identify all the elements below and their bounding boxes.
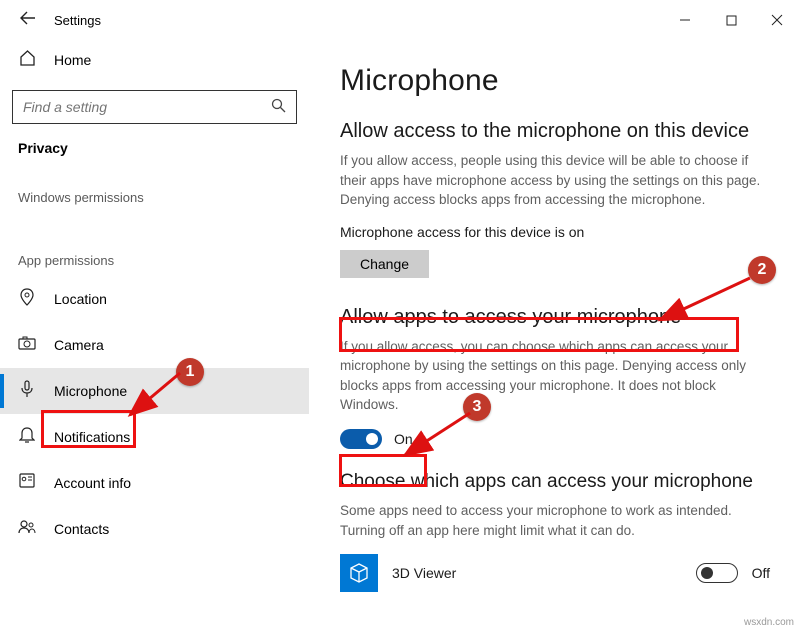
device-access-status: Microphone access for this device is on: [340, 224, 770, 240]
watermark: wsxdn.com: [744, 617, 794, 628]
app-label: 3D Viewer: [392, 565, 456, 581]
sidebar-item-location[interactable]: Location: [0, 276, 309, 322]
microphone-icon: [18, 380, 36, 403]
sidebar-item-label: Contacts: [54, 521, 109, 537]
sidebar-item-microphone[interactable]: Microphone: [0, 368, 309, 414]
titlebar: Settings: [0, 0, 800, 40]
location-icon: [18, 288, 36, 311]
account-icon: [18, 473, 36, 493]
group-windows-permissions: Windows permissions: [0, 190, 309, 205]
home-icon: [18, 50, 36, 71]
allow-apps-heading: Allow apps to access your microphone: [340, 306, 770, 329]
allow-apps-description: If you allow access, you can choose whic…: [340, 337, 770, 415]
back-button[interactable]: [8, 11, 48, 30]
page-title: Microphone: [340, 64, 770, 98]
sidebar-item-label: Account info: [54, 475, 131, 491]
app-toggle-3dviewer[interactable]: [696, 563, 738, 583]
sidebar-item-account[interactable]: Account info: [0, 460, 309, 506]
choose-apps-description: Some apps need to access your microphone…: [340, 501, 770, 540]
app-icon-3dviewer: [340, 554, 378, 592]
close-button[interactable]: [754, 0, 800, 40]
camera-icon: [18, 336, 36, 355]
sidebar-item-label: Location: [54, 291, 107, 307]
maximize-button[interactable]: [708, 0, 754, 40]
sidebar-section-header: Privacy: [0, 140, 309, 156]
toggle-label: Off: [752, 565, 770, 581]
contacts-icon: [18, 519, 36, 539]
sidebar-item-label: Microphone: [54, 383, 127, 399]
sidebar-item-label: Camera: [54, 337, 104, 353]
nav-home-label: Home: [54, 52, 91, 68]
allow-device-description: If you allow access, people using this d…: [340, 151, 770, 210]
minimize-button[interactable]: [662, 0, 708, 40]
sidebar-item-camera[interactable]: Camera: [0, 322, 309, 368]
close-icon: [771, 14, 783, 26]
allow-device-heading: Allow access to the microphone on this d…: [340, 120, 770, 143]
group-app-permissions: App permissions: [0, 253, 309, 268]
minimize-icon: [679, 14, 691, 26]
back-arrow-icon: [20, 11, 36, 25]
change-button[interactable]: Change: [340, 250, 429, 278]
maximize-icon: [726, 15, 737, 26]
search-field[interactable]: [23, 99, 271, 115]
sidebar-item-contacts[interactable]: Contacts: [0, 506, 309, 552]
notifications-icon: [18, 426, 36, 448]
search-input[interactable]: [12, 90, 297, 124]
sidebar-item-notifications[interactable]: Notifications: [0, 414, 309, 460]
search-icon: [271, 98, 286, 117]
window-title: Settings: [54, 13, 101, 28]
sidebar: Home Privacy Windows permissions App per…: [0, 40, 310, 632]
app-row-3dviewer: 3D Viewer Off: [340, 554, 770, 592]
sidebar-item-label: Notifications: [54, 429, 130, 445]
nav-home[interactable]: Home: [0, 40, 309, 80]
choose-apps-heading: Choose which apps can access your microp…: [340, 471, 770, 493]
toggle-label: On: [394, 431, 413, 447]
main-panel: Microphone Allow access to the microphon…: [310, 40, 800, 632]
allow-apps-toggle[interactable]: [340, 429, 382, 449]
